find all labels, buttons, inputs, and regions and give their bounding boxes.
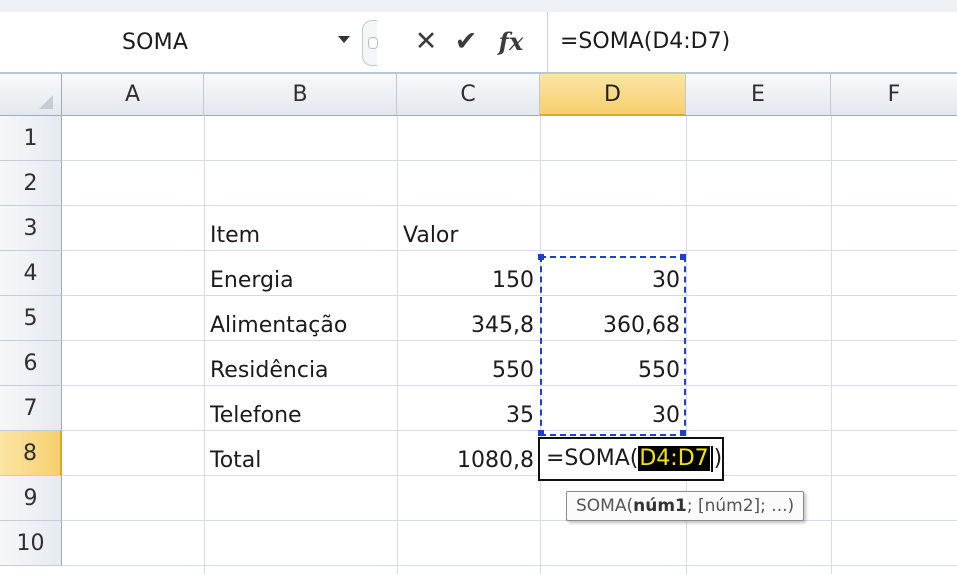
- name-box-value: SOMA: [122, 29, 189, 55]
- cell-c8[interactable]: 1080,8: [397, 439, 540, 481]
- name-box[interactable]: SOMA: [0, 12, 360, 72]
- row-header-6[interactable]: 6: [0, 341, 62, 386]
- cell-c3[interactable]: Valor: [397, 214, 540, 256]
- cell-c5[interactable]: 345,8: [397, 304, 540, 346]
- insert-function-icon[interactable]: fx: [495, 24, 527, 60]
- cell-c7[interactable]: 35: [397, 394, 540, 436]
- spreadsheet-grid: A B C D E F 1 2 3 4 5 6 7 8 9 10 Item Va…: [0, 74, 957, 574]
- column-header-f[interactable]: F: [831, 74, 957, 116]
- gridline: [62, 520, 957, 521]
- tooltip-current-arg: núm1: [633, 496, 687, 516]
- cell-b4[interactable]: Energia: [204, 259, 397, 301]
- column-header-a[interactable]: A: [62, 74, 204, 116]
- row-header-2[interactable]: 2: [0, 161, 62, 206]
- range-handle[interactable]: [538, 254, 544, 260]
- row-header-8[interactable]: 8: [0, 431, 62, 476]
- range-handle[interactable]: [538, 430, 544, 436]
- range-handle[interactable]: [680, 430, 686, 436]
- cell-c6[interactable]: 550: [397, 349, 540, 391]
- formula-input[interactable]: =SOMA(D4:D7): [560, 12, 730, 72]
- column-header-e[interactable]: E: [686, 74, 831, 116]
- row-header-4[interactable]: 4: [0, 251, 62, 296]
- column-header-d[interactable]: D: [540, 74, 686, 116]
- row-header-9[interactable]: 9: [0, 476, 62, 521]
- chevron-down-icon[interactable]: [338, 36, 350, 43]
- edit-formula-suffix: ): [713, 446, 723, 471]
- text-caret: [710, 446, 713, 472]
- formula-bar: SOMA ✕ ✔ fx =SOMA(D4:D7): [0, 12, 957, 74]
- gridline: [62, 565, 957, 566]
- cell-b5[interactable]: Alimentação: [204, 304, 397, 346]
- column-header-c[interactable]: C: [397, 74, 540, 116]
- cell-b3[interactable]: Item: [204, 214, 397, 256]
- row-header-5[interactable]: 5: [0, 296, 62, 341]
- row-header-1[interactable]: 1: [0, 116, 62, 161]
- range-selection-d4-d7: [540, 256, 686, 436]
- row-header-10[interactable]: 10: [0, 521, 62, 566]
- gridline: [62, 160, 957, 161]
- function-tooltip[interactable]: SOMA(núm1; [núm2]; ...): [566, 491, 805, 521]
- gridline: [831, 116, 832, 574]
- select-all-button[interactable]: [0, 74, 62, 116]
- row-header-3[interactable]: 3: [0, 206, 62, 251]
- splitter-grip-icon: [368, 37, 378, 49]
- enter-icon[interactable]: ✔: [450, 24, 482, 60]
- cell-b7[interactable]: Telefone: [204, 394, 397, 436]
- formula-bar-splitter[interactable]: [362, 20, 378, 66]
- cell-b6[interactable]: Residência: [204, 349, 397, 391]
- cell-b8[interactable]: Total: [204, 439, 397, 481]
- edit-formula-prefix: =SOMA(: [546, 446, 639, 471]
- tooltip-rest: ; [núm2]; ...): [686, 496, 795, 516]
- tooltip-function: SOMA(: [576, 496, 634, 516]
- cell-c4[interactable]: 150: [397, 259, 540, 301]
- active-cell-d8[interactable]: =SOMA(D4:D7): [538, 437, 725, 481]
- row-header-7[interactable]: 7: [0, 386, 62, 431]
- cancel-icon[interactable]: ✕: [410, 24, 442, 60]
- select-all-icon: [39, 95, 53, 109]
- edit-formula-reference: D4:D7: [638, 446, 710, 471]
- gridline: [62, 205, 957, 206]
- formula-bar-divider: [547, 12, 548, 72]
- range-handle[interactable]: [680, 254, 686, 260]
- column-header-b[interactable]: B: [204, 74, 397, 116]
